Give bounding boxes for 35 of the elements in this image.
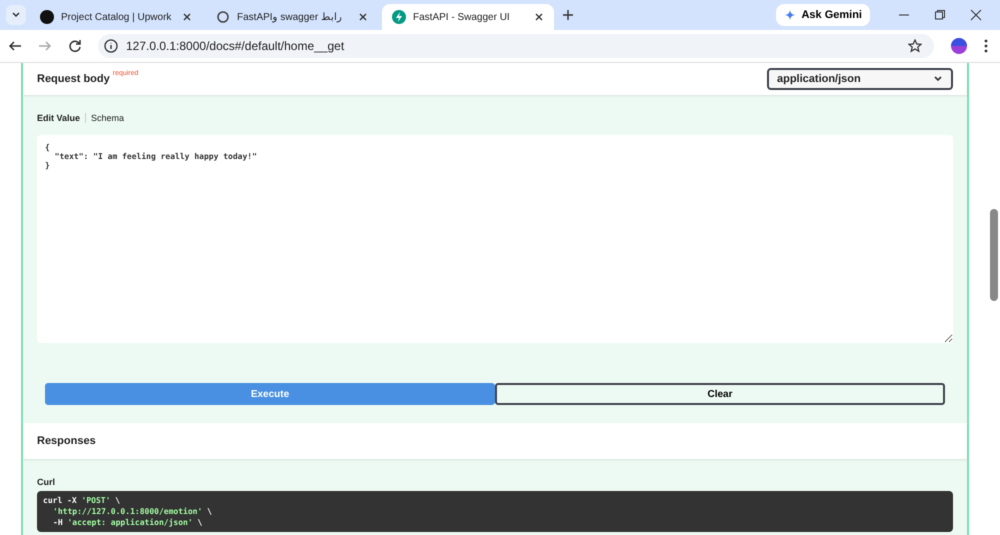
tab-list-button[interactable] [6, 5, 26, 25]
close-icon[interactable] [534, 12, 544, 22]
request-body-editor[interactable]: { "text": "I am feeling really happy today!" } [37, 135, 953, 343]
code-line: curl -X 'POST' \ [43, 495, 122, 506]
avatar-icon[interactable] [950, 37, 968, 55]
curl-label: Curl [37, 477, 56, 489]
code-line: -H 'accept: application/json' \ [52, 517, 204, 528]
restore-icon[interactable] [934, 9, 946, 21]
address-bar[interactable]: 127.0.0.1:8000/docs#/default/home__get [98, 34, 934, 58]
view-tab[interactable]: Edit Value [37, 113, 80, 123]
close-icon[interactable] [970, 9, 982, 21]
info-icon [104, 39, 118, 53]
menu-icon[interactable] [984, 39, 988, 53]
reload-icon[interactable] [68, 39, 82, 53]
chevron-down-icon [933, 74, 943, 84]
chevron-down-icon [11, 10, 21, 20]
new-tab-icon[interactable] [562, 9, 574, 21]
close-icon[interactable] [358, 12, 368, 22]
view-tab[interactable]: Schema [91, 113, 124, 123]
section-title: Responses [37, 435, 96, 447]
code-line: 'http://127.0.0.1:8000/emotion' \ [52, 506, 213, 517]
logo-icon [392, 10, 406, 24]
section-title: Request body [37, 73, 110, 85]
content-type-select[interactable]: application/json [767, 68, 953, 90]
action-button[interactable]: Clear [495, 383, 945, 405]
browser-tab[interactable]: FastAPIو swagger رابط [206, 4, 378, 30]
browser-tab[interactable]: FastAPI - Swagger UI [382, 4, 554, 30]
close-icon[interactable] [182, 12, 192, 22]
logo-icon [216, 10, 230, 24]
back-icon[interactable] [8, 39, 22, 53]
browser-tab[interactable]: Project Catalog | Upwork [30, 4, 202, 30]
ask-gemini-button[interactable]: Ask Gemini [776, 4, 870, 26]
sparkle-icon [784, 9, 796, 21]
logo-icon [40, 10, 54, 24]
star-icon[interactable] [908, 39, 922, 53]
